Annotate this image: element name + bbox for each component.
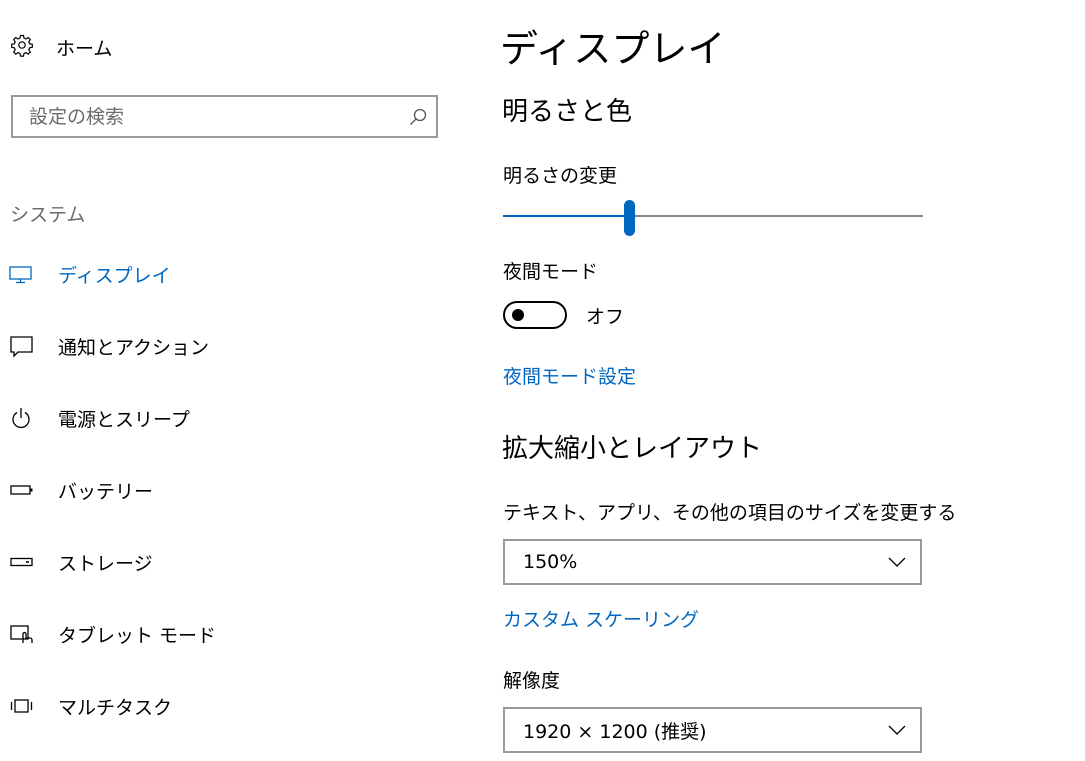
tablet-mode-icon <box>8 622 38 646</box>
sidebar-item-tablet-mode[interactable]: タブレット モード <box>8 612 448 656</box>
brightness-section-title: 明るさと色 <box>502 97 633 127</box>
storage-icon <box>8 550 38 574</box>
sidebar-item-multitasking[interactable]: マルチタスク <box>8 684 448 728</box>
sidebar-item-storage[interactable]: ストレージ <box>8 540 448 584</box>
home-link[interactable]: ホーム <box>10 31 112 63</box>
monitor-icon <box>8 262 38 286</box>
notification-icon <box>8 334 38 358</box>
page-title: ディスプレイ <box>500 27 726 71</box>
resolution-label: 解像度 <box>503 670 561 692</box>
chevron-down-icon <box>888 724 906 736</box>
chevron-down-icon <box>888 556 906 568</box>
section-title-system: システム <box>10 204 86 226</box>
sidebar-item-label: ストレージ <box>58 552 153 575</box>
night-mode-label: 夜間モード <box>503 261 599 283</box>
sidebar-item-label: タブレット モード <box>58 624 217 647</box>
search-input[interactable] <box>13 96 400 137</box>
night-mode-toggle[interactable] <box>503 301 567 329</box>
brightness-label: 明るさの変更 <box>503 165 618 187</box>
toggle-knob <box>512 309 524 321</box>
home-label: ホーム <box>56 37 113 60</box>
resolution-value: 1920 × 1200 (推奨) <box>523 720 707 743</box>
night-mode-state: オフ <box>586 306 625 328</box>
multitasking-icon <box>8 694 38 718</box>
resolution-dropdown[interactable]: 1920 × 1200 (推奨) <box>503 707 922 753</box>
slider-fill <box>503 215 629 217</box>
scale-value: 150% <box>523 551 578 573</box>
scale-label: テキスト、アプリ、その他の項目のサイズを変更する <box>503 502 957 524</box>
sidebar-item-display[interactable]: ディスプレイ <box>8 252 448 296</box>
sidebar-item-battery[interactable]: バッテリー <box>8 468 448 512</box>
sidebar-item-label: マルチタスク <box>58 696 173 719</box>
brightness-slider[interactable] <box>503 200 923 236</box>
scale-layout-section-title: 拡大縮小とレイアウト <box>502 434 763 464</box>
search-icon[interactable] <box>400 107 436 127</box>
slider-thumb[interactable] <box>624 200 635 236</box>
power-icon <box>8 406 38 430</box>
scale-dropdown[interactable]: 150% <box>503 539 922 585</box>
sidebar-item-label: ディスプレイ <box>58 264 171 287</box>
sidebar-item-power-sleep[interactable]: 電源とスリープ <box>8 396 448 440</box>
gear-icon <box>10 33 34 61</box>
sidebar-item-notifications[interactable]: 通知とアクション <box>8 324 448 368</box>
sidebar-item-label: 電源とスリープ <box>58 408 190 431</box>
night-mode-settings-link[interactable]: 夜間モード設定 <box>503 362 636 389</box>
sidebar-item-label: バッテリー <box>58 480 154 503</box>
battery-icon <box>8 478 38 502</box>
settings-search-box[interactable] <box>11 95 438 138</box>
custom-scaling-link[interactable]: カスタム スケーリング <box>503 605 699 632</box>
sidebar-item-label: 通知とアクション <box>58 336 210 359</box>
